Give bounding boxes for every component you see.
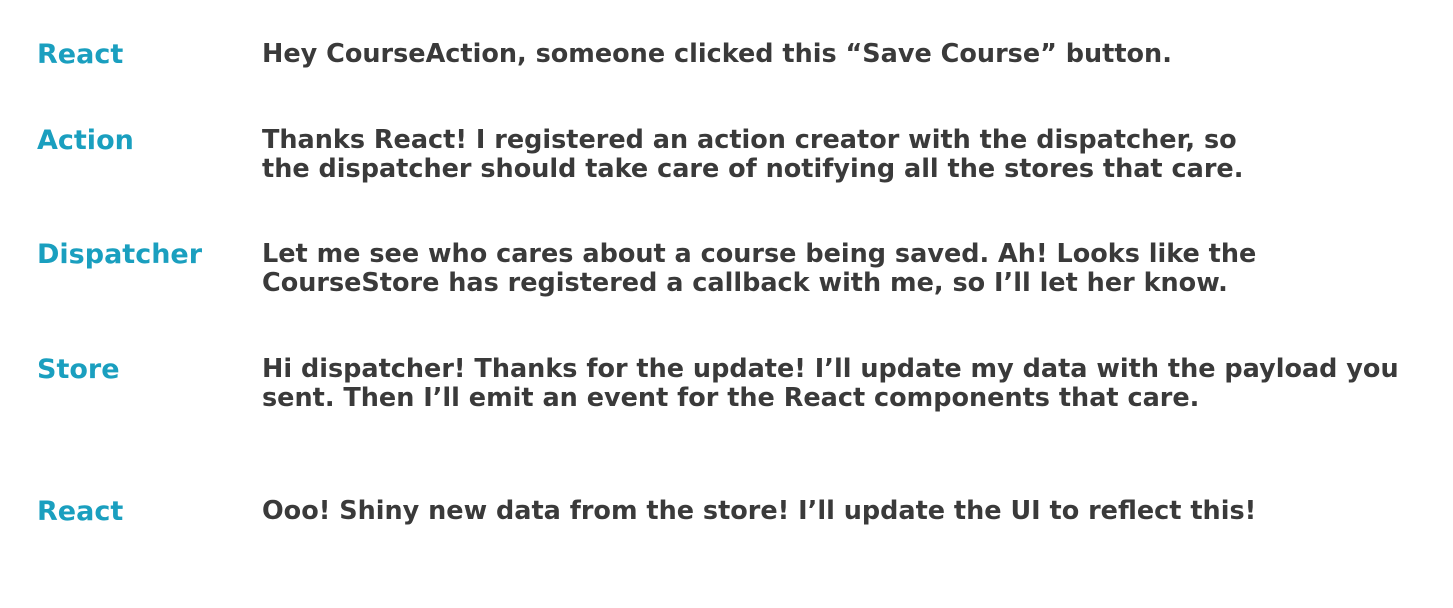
dialogue-text: Hi dispatcher! Thanks for the update! I’…	[262, 354, 1399, 413]
dialogue-text: Thanks React! I registered an action cre…	[262, 125, 1244, 184]
speaker-label: React	[37, 39, 124, 70]
speaker-label: Dispatcher	[37, 239, 203, 270]
dialogue-text: Ooo! Shiny new data from the store! I’ll…	[262, 496, 1257, 526]
dialogue-text: Let me see who cares about a course bein…	[262, 239, 1257, 298]
dialogue-text: Hey CourseAction, someone clicked this “…	[262, 39, 1172, 69]
speaker-label: Store	[37, 354, 120, 385]
speaker-label: React	[37, 496, 124, 527]
dialogue-list: React Hey CourseAction, someone clicked …	[0, 0, 1453, 608]
speaker-label: Action	[37, 125, 134, 156]
